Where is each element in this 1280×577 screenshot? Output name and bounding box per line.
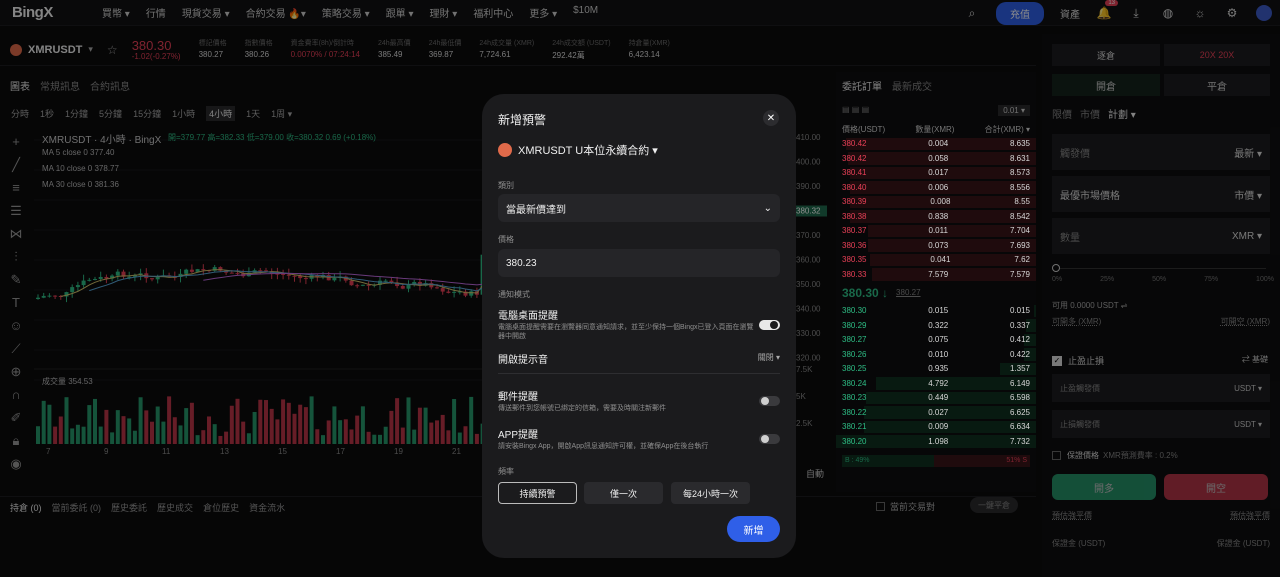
- app-notify-desc: 請安裝Bingx App，開啟App訊息通知許可權，並確保App在後台執行: [498, 443, 709, 450]
- row-total: 7.693: [1009, 240, 1030, 250]
- row-total: 6.149: [1009, 378, 1030, 388]
- header-qty: 數量(XMR): [915, 124, 955, 134]
- price-input-value: 380.23: [506, 257, 537, 269]
- row-qty: 0.058: [928, 153, 949, 163]
- email-notify-toggle[interactable]: [759, 396, 780, 406]
- row-qty: 0.075: [928, 335, 949, 345]
- modal-symbol-selector[interactable]: XMRUSDT U本位永續合約 ▾: [498, 142, 658, 158]
- xmr-coin-icon: [498, 143, 512, 157]
- alert-type-select[interactable]: 當最新價達到 ⌄: [498, 194, 780, 222]
- row-qty: 0.041: [930, 255, 951, 265]
- desktop-notify-desc: 電腦桌面提醒需要在瀏覽器同意通知請求，並至少保持一個Bingx已登入頁面在瀏覽器…: [498, 324, 754, 340]
- row-total: 0.015: [1009, 306, 1030, 316]
- row-price: 380.27: [842, 335, 867, 345]
- row-qty: 0.010: [928, 349, 949, 359]
- row-qty: 0.009: [928, 422, 949, 432]
- row-price: 380.21: [842, 422, 867, 432]
- desktop-notify-toggle[interactable]: [759, 320, 780, 330]
- freq-continuous[interactable]: 持續預警: [498, 482, 577, 504]
- row-total: 8.635: [1009, 139, 1030, 149]
- row-qty: 0.073: [928, 240, 949, 250]
- header-total: 合計(XMR) ▾: [984, 124, 1030, 134]
- email-notify-label: 郵件提醒: [498, 392, 538, 403]
- row-qty: 0.006: [928, 182, 949, 192]
- row-price: 380.23: [842, 393, 867, 403]
- row-total: 6.598: [1009, 393, 1030, 403]
- row-qty: 0.017: [928, 168, 949, 178]
- freq-once[interactable]: 僅一次: [584, 482, 663, 504]
- row-qty: 0.027: [928, 407, 949, 417]
- type-label: 類別: [498, 181, 514, 190]
- row-total: 7.579: [1009, 269, 1030, 279]
- row-price: 380.42: [842, 139, 867, 149]
- header-price: 價格(USDT): [842, 124, 886, 134]
- row-price: 380.41: [842, 168, 867, 178]
- row-total: 8.556: [1009, 182, 1030, 192]
- row-total: 0.412: [1009, 335, 1030, 345]
- modal-symbol: XMRUSDT U本位永續合約 ▾: [518, 145, 658, 157]
- row-price: 380.39: [842, 197, 867, 207]
- row-qty: 0.838: [928, 211, 949, 221]
- row-total: 7.704: [1009, 226, 1030, 236]
- price-input[interactable]: 380.23: [498, 249, 780, 277]
- row-total: 6.625: [1009, 407, 1030, 417]
- desktop-notify-label: 電腦桌面提醒: [498, 311, 558, 322]
- row-price: 380.35: [842, 255, 867, 265]
- alert-type-value: 當最新價達到: [506, 204, 566, 216]
- freq-daily[interactable]: 每24小時一次: [671, 482, 750, 504]
- row-total: 0.337: [1009, 320, 1030, 330]
- row-price: 380.40: [842, 182, 867, 192]
- row-total: 7.62: [1014, 255, 1030, 265]
- row-total: 8.542: [1009, 211, 1030, 221]
- row-price: 380.26: [842, 349, 867, 359]
- row-price: 380.20: [842, 436, 867, 446]
- email-notify-desc: 傳送郵件到您帳號已綁定的信箱，需要及時關注新郵件: [498, 405, 666, 412]
- row-total: 8.55: [1014, 197, 1030, 207]
- app-notify-toggle[interactable]: [759, 434, 780, 444]
- row-qty: 4.792: [928, 378, 949, 388]
- row-qty: 0.004: [928, 139, 949, 149]
- row-price: 380.25: [842, 364, 867, 374]
- row-qty: 0.449: [928, 393, 949, 403]
- row-qty: 1.098: [928, 436, 949, 446]
- price-label: 價格: [498, 235, 514, 244]
- row-price: 380.36: [842, 240, 867, 250]
- sound-label: 開啟提示音: [498, 355, 548, 366]
- row-price: 380.22: [842, 407, 867, 417]
- close-icon[interactable]: ✕: [763, 110, 779, 126]
- row-qty: 0.935: [928, 364, 949, 374]
- row-qty: 0.322: [928, 320, 949, 330]
- modal-title: 新增預警: [498, 113, 547, 127]
- row-price: 380.37: [842, 226, 867, 236]
- row-total: 0.422: [1009, 349, 1030, 359]
- row-qty: 0.015: [928, 306, 949, 316]
- sound-select[interactable]: 關閉 ▾: [758, 352, 780, 363]
- row-price: 380.42: [842, 153, 867, 163]
- frequency-label: 頻率: [498, 467, 514, 476]
- add-alert-button[interactable]: 新增: [727, 516, 780, 542]
- row-price: 380.29: [842, 320, 867, 330]
- app-notify-label: APP提醒: [498, 430, 539, 441]
- row-qty: 0.008: [930, 197, 951, 207]
- row-price: 380.30: [842, 306, 867, 316]
- row-price: 380.24: [842, 378, 867, 388]
- row-total: 8.631: [1009, 153, 1030, 163]
- row-total: 6.634: [1009, 422, 1030, 432]
- row-price: 380.33: [842, 269, 867, 279]
- row-total: 8.573: [1009, 168, 1030, 178]
- notify-mode-label: 通知模式: [498, 290, 530, 299]
- divider: [498, 373, 780, 374]
- add-alert-modal: 新增預警 ✕ XMRUSDT U本位永續合約 ▾ 類別 當最新價達到 ⌄ 價格 …: [482, 94, 796, 558]
- row-qty: 0.011: [928, 226, 948, 236]
- row-total: 1.357: [1009, 364, 1030, 374]
- row-price: 380.38: [842, 211, 867, 221]
- chevron-down-icon: ⌄: [763, 202, 772, 214]
- row-qty: 7.579: [928, 269, 949, 279]
- row-total: 7.732: [1009, 436, 1030, 446]
